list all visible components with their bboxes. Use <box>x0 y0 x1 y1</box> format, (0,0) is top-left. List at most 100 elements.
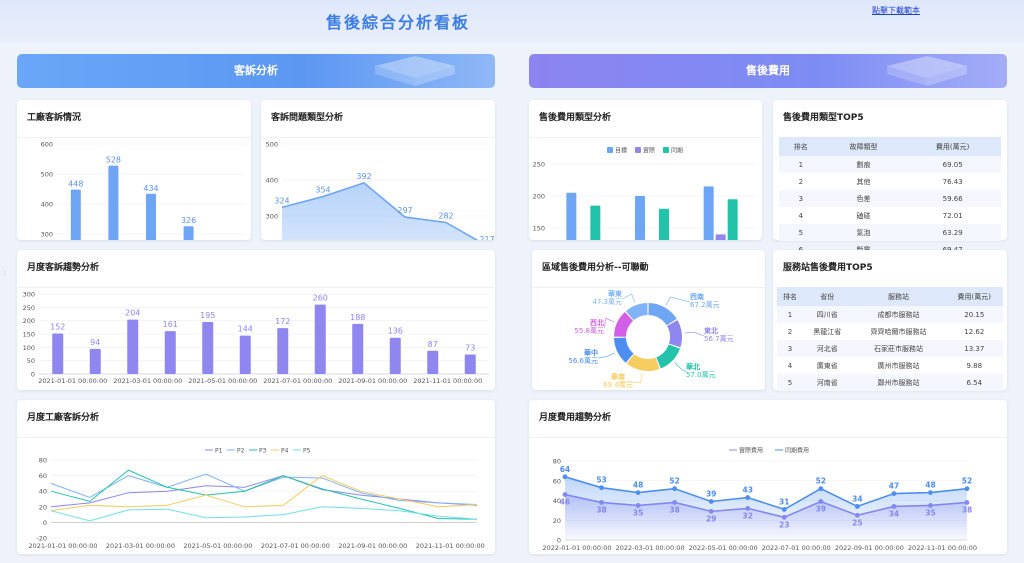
bar <box>715 234 726 240</box>
data-label: 204 <box>125 309 140 318</box>
table-cell: 69.05 <box>904 156 1001 173</box>
table-cell: 6.54 <box>945 374 1003 391</box>
data-label: 48 <box>925 481 935 490</box>
x-tick-label: 2022-07-01 00:00:00 <box>762 544 831 552</box>
y-tick-label: 80 <box>39 457 47 465</box>
leader-line <box>603 317 615 329</box>
data-point <box>928 490 933 495</box>
bar <box>277 328 289 374</box>
y-tick-label: 300 <box>23 291 35 299</box>
slice-value: 47.3萬元 <box>592 297 622 306</box>
table-cell: 4 <box>798 211 804 220</box>
drag-handle-icon[interactable]: ⋮ <box>2 270 8 278</box>
data-label: 161 <box>163 320 178 329</box>
monthly-factory-card: 月度工廠客訴分析 -20 0 20 40 60 80 P1 P2 P3 P4 P5 2021-01-0… <box>17 400 495 554</box>
data-label: 73 <box>465 344 475 353</box>
slice-name: 華東 <box>608 289 623 298</box>
slice-value: 56.7萬元 <box>704 334 734 343</box>
y-tick-label: 200 <box>533 193 545 201</box>
x-tick-label: 2021-03-01 00:00:00 <box>113 377 182 385</box>
table-cell: 廣州市服務站 <box>877 361 920 370</box>
data-point <box>891 491 897 496</box>
x-tick-label: 2021-01-01 00:00:00 <box>28 542 97 550</box>
x-tick-label: 2021-01-01 00:00:00 <box>38 377 107 385</box>
card-title: 售後費用類型TOP5 <box>783 113 864 123</box>
cost-banner-label: 售後費用 <box>746 64 790 77</box>
pie-slice <box>648 303 677 326</box>
data-label: 64 <box>560 465 570 474</box>
bar <box>464 354 476 374</box>
y-tick-label: 500 <box>41 171 53 179</box>
y-tick-label: 20 <box>553 517 561 525</box>
table-cell: 3 <box>779 190 823 207</box>
table-cell: 廣東省 <box>816 361 838 370</box>
slice-name: 華南 <box>611 372 625 381</box>
cost-type-card: 售後費用類型分析 050100150200250目標實際同期公司內銷外銷 <box>529 100 762 240</box>
table-header: 故障類型 <box>822 137 905 156</box>
data-label: 52 <box>962 477 972 486</box>
y-tick-label: 40 <box>39 488 47 496</box>
data-label: 48 <box>633 481 643 490</box>
series-line <box>50 506 478 522</box>
y-tick-label: 250 <box>533 161 545 169</box>
data-label: 195 <box>200 311 215 320</box>
legend-label: P5 <box>303 448 311 455</box>
data-point <box>818 486 824 492</box>
table-header: 排名 <box>777 287 803 306</box>
y-tick-label: 400 <box>41 201 53 209</box>
table-cell: 3 <box>777 340 803 357</box>
bar <box>352 323 364 374</box>
bar <box>314 304 326 374</box>
y-tick-label: 60 <box>39 472 47 480</box>
x-tick-label: 2021-11-01 00:00:00 <box>416 542 485 550</box>
table-row: 1 劃痕 69.05 <box>779 156 1001 173</box>
data-point <box>562 474 568 480</box>
y-tick-label: 300 <box>266 213 278 221</box>
table-cell: 劃痕 <box>822 156 905 173</box>
table-cell: 12.62 <box>964 327 985 336</box>
table-row: 5 河南省 鄭州市服務站 6.54 <box>777 374 1003 391</box>
table-cell: 四川省 <box>802 306 852 323</box>
area-fill <box>282 182 477 240</box>
data-label: 47 <box>889 482 899 491</box>
table-row: 4 廣東省 廣州市服務站 9.88 <box>777 357 1003 374</box>
area-fill <box>565 476 967 540</box>
table-header: 費用(萬元) <box>904 137 1001 156</box>
slice-name: 西南 <box>690 292 704 301</box>
pie-slice <box>667 320 682 348</box>
table-cell: 河南省 <box>802 374 852 391</box>
slice-value: 57.0萬元 <box>686 370 716 379</box>
download-template-link[interactable]: 點擊下載範本 <box>872 5 920 16</box>
y-tick-label: 50 <box>27 357 35 365</box>
data-point <box>964 486 970 492</box>
x-tick-label: 2022-11-01 00:00:00 <box>908 544 977 552</box>
legend-swatch <box>607 147 613 153</box>
monthly-complaint-card: 月度客訴趨勢分析 0 50 100 150 200 250 300 152 94 204 161 19… <box>17 250 495 390</box>
x-tick-label: 2022-05-01 00:00:00 <box>689 544 758 552</box>
x-tick-label: 2021-07-01 00:00:00 <box>261 542 330 550</box>
x-tick-label: 2021-03-01 00:00:00 <box>106 542 175 550</box>
table-cell: 2 <box>798 177 804 186</box>
table-cell: 4 <box>787 361 793 370</box>
station-cost-top5-card: 服務站售後費用TOP5 排名 省份 服務站 費用(萬元) 1 四川省 成都市服務站 20.15… <box>773 250 1007 391</box>
table-row: 2 黑龍江省 齊齊哈爾市服務站 12.62 <box>777 323 1003 340</box>
table-cell: 13.37 <box>945 340 1003 357</box>
bar <box>89 348 101 374</box>
bar <box>146 193 156 240</box>
bar <box>127 319 139 374</box>
region-cost-chart: 西南67.2萬元東北56.7萬元華北57.0萬元 華南69.4萬元 華中56.6萬元… <box>568 289 734 389</box>
data-point <box>708 499 714 504</box>
table-cell: 黑龍江省 <box>813 327 842 336</box>
table-cell: 其他 <box>856 177 871 186</box>
legend-swatch <box>663 147 669 153</box>
cost-banner: 售後費用 <box>529 54 1007 88</box>
card-title: 服務站售後費用TOP5 <box>783 263 873 273</box>
data-label: 53 <box>596 476 606 485</box>
slice-name: 西北 <box>590 318 604 327</box>
x-tick-label: 2021-11-01 00:00:00 <box>413 377 482 385</box>
cube-decoration-icon <box>375 56 455 86</box>
table-cell: 鄭州市服務站 <box>851 374 946 391</box>
table-cell: 齊齊哈爾市服務站 <box>870 327 927 336</box>
table-cell: 1 <box>779 156 823 173</box>
page-title: 售後綜合分析看板 <box>325 13 470 32</box>
